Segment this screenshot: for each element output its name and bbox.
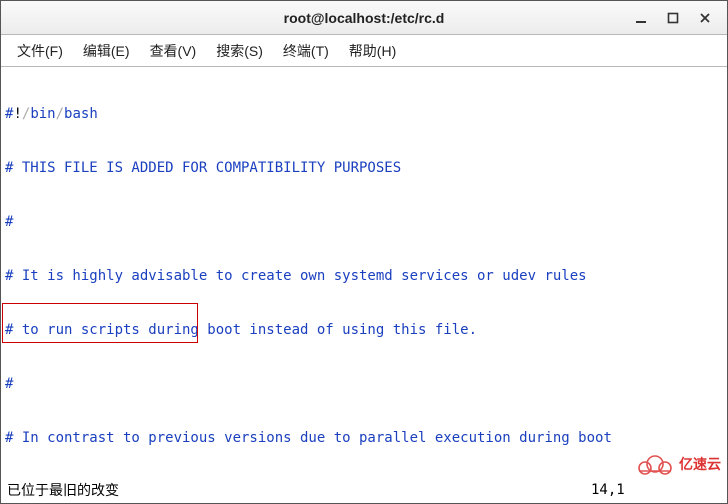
comment-line: # THIS FILE IS ADDED FOR COMPATIBILITY P… <box>5 159 723 177</box>
watermark: 亿速云 <box>635 453 721 477</box>
menu-edit[interactable]: 编辑(E) <box>73 37 140 65</box>
menu-help[interactable]: 帮助(H) <box>339 37 406 65</box>
terminal-area[interactable]: #!/bin/bash # THIS FILE IS ADDED FOR COM… <box>1 67 727 479</box>
terminal-window: root@localhost:/etc/rc.d 文件(F) 编辑(E) 查看(… <box>0 0 728 504</box>
titlebar: root@localhost:/etc/rc.d <box>1 1 727 35</box>
maximize-button[interactable] <box>663 8 683 28</box>
comment-line: # to run scripts during boot instead of … <box>5 321 723 339</box>
close-button[interactable] <box>695 8 715 28</box>
menu-view[interactable]: 查看(V) <box>140 37 207 65</box>
status-message: 已位于最旧的改变 <box>7 480 591 500</box>
minimize-button[interactable] <box>631 8 651 28</box>
comment-line: # <box>5 213 723 231</box>
vim-statusbar: 已位于最旧的改变 14,1 <box>1 479 727 503</box>
window-controls <box>631 1 723 34</box>
menubar: 文件(F) 编辑(E) 查看(V) 搜索(S) 终端(T) 帮助(H) <box>1 35 727 67</box>
menu-terminal[interactable]: 终端(T) <box>273 37 339 65</box>
comment-line: # <box>5 375 723 393</box>
shebang-bash: bash <box>64 106 98 122</box>
shebang-bin: bin <box>30 106 55 122</box>
menu-file[interactable]: 文件(F) <box>7 37 73 65</box>
cloud-icon <box>635 453 675 477</box>
slash-icon: / <box>56 106 64 122</box>
cursor-position: 14,1 <box>591 482 721 498</box>
comment-line: # It is highly advisable to create own s… <box>5 267 723 285</box>
comment-line: # In contrast to previous versions due t… <box>5 429 723 447</box>
window-title: root@localhost:/etc/rc.d <box>1 10 727 26</box>
shebang-bang: ! <box>13 106 21 122</box>
watermark-text: 亿速云 <box>679 456 721 474</box>
menu-search[interactable]: 搜索(S) <box>206 37 273 65</box>
